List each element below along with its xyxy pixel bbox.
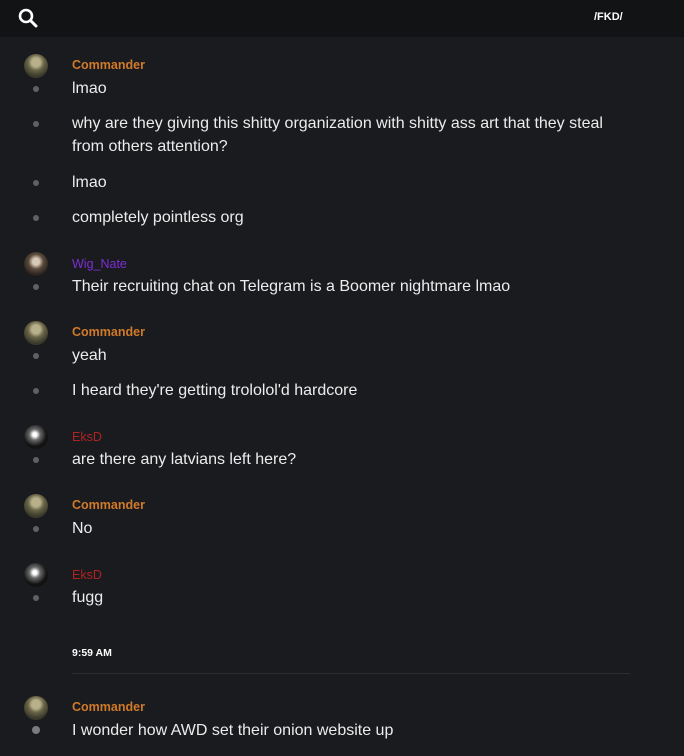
top-bar: /FKD/	[0, 0, 684, 37]
message-author[interactable]: Commander	[72, 58, 145, 72]
message-text: why are they giving this shitty organiza…	[72, 115, 603, 155]
message-text: Their recruiting chat on Telegram is a B…	[72, 278, 511, 295]
message-dot-icon	[33, 86, 39, 92]
avatar[interactable]	[24, 54, 48, 78]
avatar[interactable]	[24, 696, 48, 720]
message-dot-icon	[33, 595, 39, 601]
message-dot-icon	[33, 215, 39, 221]
avatar[interactable]	[24, 425, 48, 449]
avatar[interactable]	[24, 252, 48, 276]
message-dot-icon	[33, 526, 39, 532]
message-text: completely pointless org	[72, 209, 244, 226]
avatar[interactable]	[24, 321, 48, 345]
message-dot-icon	[33, 121, 39, 127]
message-text: I wonder how AWD set their onion website…	[72, 722, 394, 739]
message-text: I heard they're getting trololol'd hardc…	[72, 382, 358, 399]
divider	[72, 673, 630, 674]
message-author[interactable]: Commander	[72, 325, 145, 339]
avatar[interactable]	[24, 494, 48, 518]
message-dot-icon	[33, 457, 39, 463]
message-author[interactable]: EksD	[72, 430, 102, 444]
channel-name[interactable]: /FKD/	[594, 11, 623, 23]
avatar[interactable]	[24, 563, 48, 587]
message-author[interactable]: Wig_Nate	[72, 257, 127, 271]
message-text: No	[72, 520, 93, 537]
timestamp: 9:59 AM	[72, 647, 112, 659]
message-text: are there any latvians left here?	[72, 451, 297, 468]
message-text: fugg	[72, 589, 104, 606]
message-text: lmao	[72, 80, 107, 97]
search-icon[interactable]	[18, 8, 38, 28]
message-dot-icon	[32, 726, 40, 734]
message-dot-icon	[33, 284, 39, 290]
message-dot-icon	[33, 388, 39, 394]
message-author[interactable]: EksD	[72, 568, 102, 582]
message-dot-icon	[33, 180, 39, 186]
message-author[interactable]: Commander	[72, 498, 145, 512]
message-text: yeah	[72, 347, 107, 364]
message-dot-icon	[33, 353, 39, 359]
message-author[interactable]: Commander	[72, 700, 145, 714]
message-text: lmao	[72, 174, 107, 191]
